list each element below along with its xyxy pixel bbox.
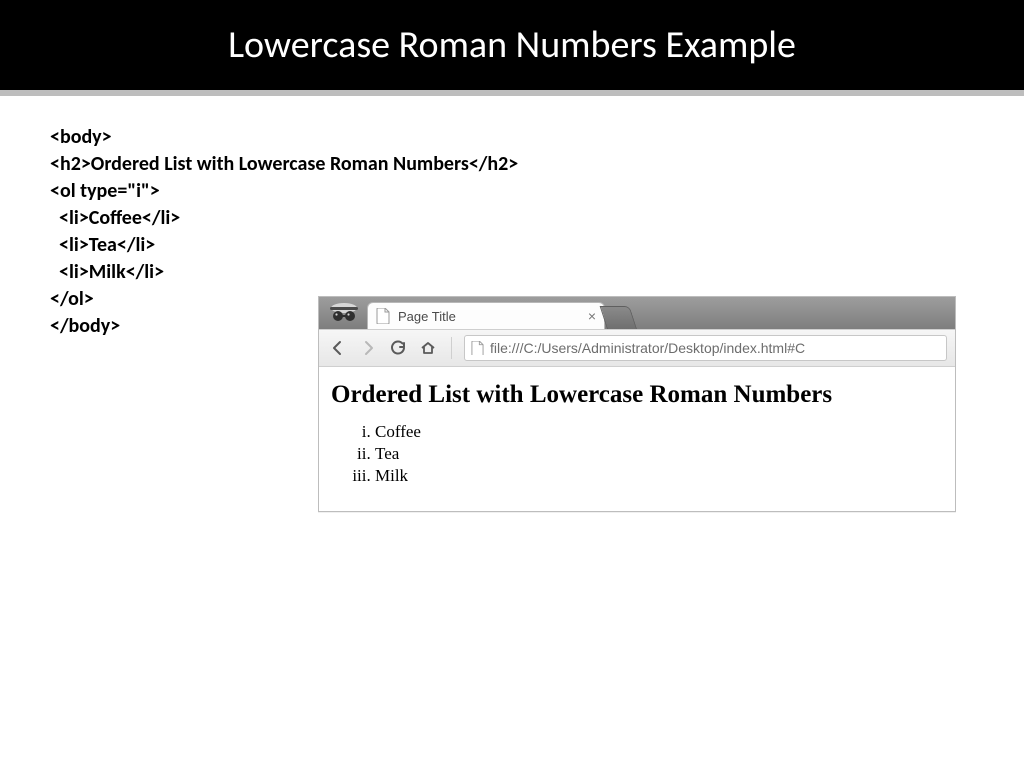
browser-window: Page Title ×	[318, 296, 956, 512]
toolbar-divider	[451, 337, 452, 359]
list-item: Tea	[375, 443, 943, 465]
incognito-icon	[327, 300, 361, 326]
file-icon	[471, 341, 484, 356]
rendered-page: Ordered List with Lowercase Roman Number…	[319, 367, 955, 511]
reload-button[interactable]	[387, 337, 409, 359]
slide-title-bar: Lowercase Roman Numbers Example	[0, 0, 1024, 90]
file-icon	[376, 308, 390, 324]
back-button[interactable]	[327, 337, 349, 359]
forward-button[interactable]	[357, 337, 379, 359]
page-heading: Ordered List with Lowercase Roman Number…	[331, 381, 943, 409]
new-tab-button[interactable]	[600, 306, 637, 329]
ordered-list: Coffee Tea Milk	[357, 421, 943, 487]
home-button[interactable]	[417, 337, 439, 359]
tab-title: Page Title	[398, 309, 580, 324]
address-bar[interactable]: file:///C:/Users/Administrator/Desktop/i…	[464, 335, 947, 361]
slide-title: Lowercase Roman Numbers Example	[228, 22, 796, 68]
close-icon[interactable]: ×	[588, 309, 596, 323]
url-text: file:///C:/Users/Administrator/Desktop/i…	[490, 340, 805, 356]
browser-toolbar: file:///C:/Users/Administrator/Desktop/i…	[319, 329, 955, 367]
list-item: Coffee	[375, 421, 943, 443]
list-item: Milk	[375, 465, 943, 487]
tab-strip: Page Title ×	[319, 297, 955, 329]
browser-tab[interactable]: Page Title ×	[367, 302, 605, 329]
title-underline	[0, 90, 1024, 96]
